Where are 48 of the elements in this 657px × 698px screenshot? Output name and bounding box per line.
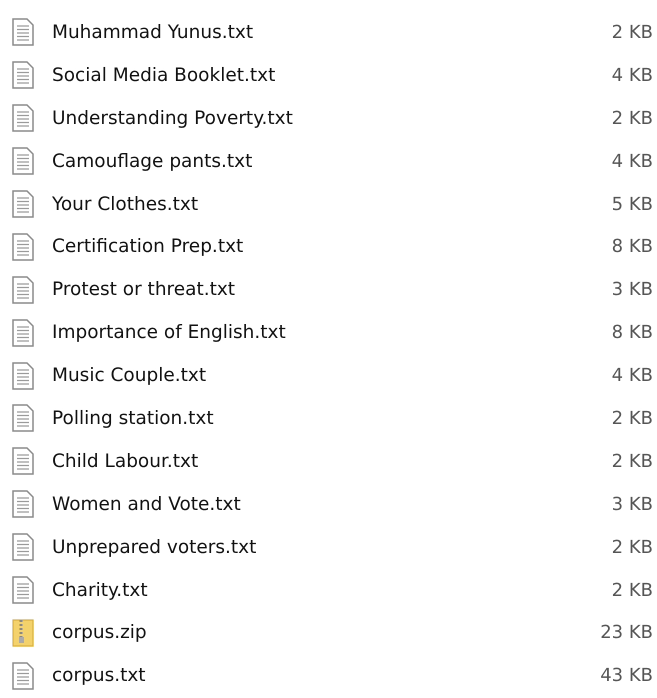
file-size: 43 KB xyxy=(600,665,653,686)
text-file-icon xyxy=(12,404,34,432)
file-size: 2 KB xyxy=(612,22,653,43)
text-file-icon xyxy=(12,490,34,518)
file-name[interactable]: Muhammad Yunus.txt xyxy=(52,22,254,43)
file-name[interactable]: Protest or threat.txt xyxy=(52,279,236,300)
file-size: 2 KB xyxy=(612,536,653,558)
text-file-icon xyxy=(12,276,34,304)
file-size: 23 KB xyxy=(600,622,653,644)
file-name[interactable]: Charity.txt xyxy=(52,580,148,601)
file-size: 4 KB xyxy=(612,64,653,86)
zip-folder-icon xyxy=(12,618,34,647)
file-size: 4 KB xyxy=(612,150,653,172)
file-name[interactable]: Women and Vote.txt xyxy=(52,494,241,515)
file-name[interactable]: corpus.txt xyxy=(52,665,146,686)
file-size: 8 KB xyxy=(612,322,653,344)
file-name[interactable]: Understanding Poverty.txt xyxy=(52,108,293,129)
file-size: 5 KB xyxy=(612,194,653,214)
file-name[interactable]: Unprepared voters.txt xyxy=(52,536,256,558)
file-name[interactable]: corpus.zip xyxy=(52,622,147,644)
file-name[interactable]: Child Labour.txt xyxy=(52,450,198,472)
text-file-icon xyxy=(12,576,34,604)
file-size: 3 KB xyxy=(612,279,653,300)
file-name[interactable]: Certification Prep.txt xyxy=(52,236,244,258)
text-file-icon xyxy=(12,18,34,46)
text-file-icon xyxy=(12,318,34,347)
file-size: 8 KB xyxy=(612,236,653,258)
text-file-icon xyxy=(12,104,34,132)
text-file-icon xyxy=(12,362,34,390)
text-file-icon xyxy=(12,232,34,261)
text-file-icon xyxy=(12,147,34,176)
file-size: 2 KB xyxy=(612,408,653,429)
file-name[interactable]: Your Clothes.txt xyxy=(52,194,198,214)
file-name[interactable]: Camouflage pants.txt xyxy=(52,150,252,172)
file-name[interactable]: Music Couple.txt xyxy=(52,365,206,386)
file-name[interactable]: Importance of English.txt xyxy=(52,322,286,344)
file-name[interactable]: Polling station.txt xyxy=(52,408,214,429)
file-size: 2 KB xyxy=(612,108,653,129)
file-size: 2 KB xyxy=(612,580,653,601)
text-file-icon xyxy=(12,61,34,90)
file-size: 4 KB xyxy=(612,365,653,386)
file-size: 2 KB xyxy=(612,450,653,472)
text-file-icon xyxy=(12,190,34,218)
text-file-icon xyxy=(12,447,34,476)
text-file-icon xyxy=(12,662,34,690)
text-file-icon xyxy=(12,533,34,562)
file-size: 3 KB xyxy=(612,494,653,515)
file-name[interactable]: Social Media Booklet.txt xyxy=(52,64,276,86)
